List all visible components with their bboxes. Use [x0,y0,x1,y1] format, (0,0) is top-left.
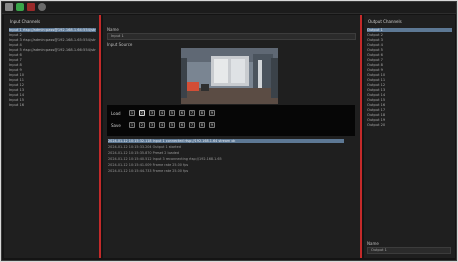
load-preset-button[interactable]: 9 [209,110,215,116]
output-channel-item[interactable]: Output 11 [367,78,452,82]
save-preset-button[interactable]: 1 [129,122,135,128]
input-channel-item[interactable]: Input 11 [9,78,96,82]
input-channel-item[interactable]: Input 14 [9,93,96,97]
left-splitter[interactable] [99,15,101,258]
input-channel-item[interactable]: Input 2 [9,33,96,37]
output-channels-panel: Output Channels Output 1 Output 2 Output 3… [364,15,455,258]
load-preset-button[interactable]: 5 [169,110,175,116]
settings-icon[interactable] [38,3,46,11]
right-splitter[interactable] [360,15,362,258]
input-channel-item[interactable]: Input 15 [9,98,96,102]
input-channel-item[interactable]: Input 8 [9,63,96,67]
output-channel-item[interactable]: Output 18 [367,113,452,117]
app-window: Input Channels Input 1 rtsp://admin:pass… [1,1,457,261]
input-source-label: Input Source [107,42,133,47]
save-label: Save [111,123,121,128]
load-preset-button[interactable]: 7 [189,110,195,116]
output-channel-item[interactable]: Output 20 [367,123,452,127]
load-preset-button[interactable]: 2 [139,110,145,116]
camera-frame-image [181,48,278,104]
output-channel-item[interactable]: Output 3 [367,38,452,42]
input-channel-item[interactable]: Input 10 [9,73,96,77]
input-channel-item[interactable]: Input 5 rtsp://admin:pass@192.168.1.66:5… [9,48,96,52]
input-channels-title: Input Channels [10,19,41,24]
load-label: Load [111,111,121,116]
output-name-label: Name [367,241,379,246]
save-preset-button[interactable]: 5 [169,122,175,128]
play-icon[interactable] [16,3,24,11]
output-channel-item[interactable]: Output 14 [367,93,452,97]
output-channel-item[interactable]: Output 8 [367,63,452,67]
toolbar [2,2,456,14]
output-channel-item[interactable]: Output 15 [367,98,452,102]
input-channel-item[interactable]: Input 16 [9,103,96,107]
output-channel-item[interactable]: Output 13 [367,88,452,92]
output-channel-item[interactable]: Output 6 [367,53,452,57]
camera-icon[interactable] [5,3,13,11]
save-preset-button[interactable]: 3 [149,122,155,128]
save-preset-button[interactable]: 4 [159,122,165,128]
input-channel-item[interactable]: Input 1 rtsp://admin:pass@192.168.1.64:5… [9,28,96,32]
input-channel-item[interactable]: Input 9 [9,68,96,72]
output-channel-item[interactable]: Output 16 [367,103,452,107]
output-channel-item[interactable]: Output 5 [367,48,452,52]
save-preset-button[interactable]: 6 [179,122,185,128]
log-entry[interactable]: 2024-01-12 10:15:33.204 Output 1 started [108,145,181,149]
load-preset-button[interactable]: 6 [179,110,185,116]
input-channel-item[interactable]: Input 7 [9,58,96,62]
input-channel-item[interactable]: Input 4 [9,43,96,47]
save-preset-button[interactable]: 9 [209,122,215,128]
output-channel-item[interactable]: Output 10 [367,73,452,77]
output-channel-item[interactable]: Output 17 [367,108,452,112]
output-channel-item[interactable]: Output 7 [367,58,452,62]
input-channel-item[interactable]: Input 13 [9,88,96,92]
name-field[interactable]: Input 1 [107,33,356,40]
log-entry[interactable]: 2024-01-12 10:15:44.733 Frame rate 25.00… [108,169,188,173]
output-channel-item[interactable]: Output 12 [367,83,452,87]
load-preset-button[interactable]: 1 [129,110,135,116]
output-channel-item[interactable]: Output 2 [367,33,452,37]
stop-icon[interactable] [27,3,35,11]
save-preset-button[interactable]: 7 [189,122,195,128]
video-preview [181,48,278,104]
log-entry[interactable]: 2024-01-12 10:15:32.118 Input 1 connecte… [108,139,344,143]
input-channel-item[interactable]: Input 12 [9,83,96,87]
log-entry[interactable]: 2024-01-12 10:15:41.009 Frame rate 25.00… [108,163,188,167]
load-preset-button[interactable]: 8 [199,110,205,116]
output-channel-item[interactable]: Output 1 [367,28,452,32]
output-channels-title: Output Channels [368,19,402,24]
input-channel-item[interactable]: Input 3 rtsp://admin:pass@192.168.1.65:5… [9,38,96,42]
input-channels-panel: Input Channels Input 1 rtsp://admin:pass… [4,15,99,258]
output-channel-item[interactable]: Output 4 [367,43,452,47]
save-preset-button[interactable]: 2 [139,122,145,128]
load-preset-button[interactable]: 3 [149,110,155,116]
output-name-field[interactable]: Output 1 [367,247,451,254]
log-entry[interactable]: 2024-01-12 10:15:40.512 Input 3 reconnec… [108,157,222,161]
name-label: Name [107,27,119,32]
preset-controls: Load Save 123456789 123456789 [107,105,355,136]
log-entry[interactable]: 2024-01-12 10:15:35.870 Preset 2 loaded [108,151,179,155]
output-channel-item[interactable]: Output 19 [367,118,452,122]
save-preset-button[interactable]: 8 [199,122,205,128]
input-channel-item[interactable]: Input 6 [9,53,96,57]
output-channel-item[interactable]: Output 9 [367,68,452,72]
channel-detail-panel: Name Input 1 Input Source Load Save 1 2 … [103,15,360,258]
load-preset-button[interactable]: 4 [159,110,165,116]
